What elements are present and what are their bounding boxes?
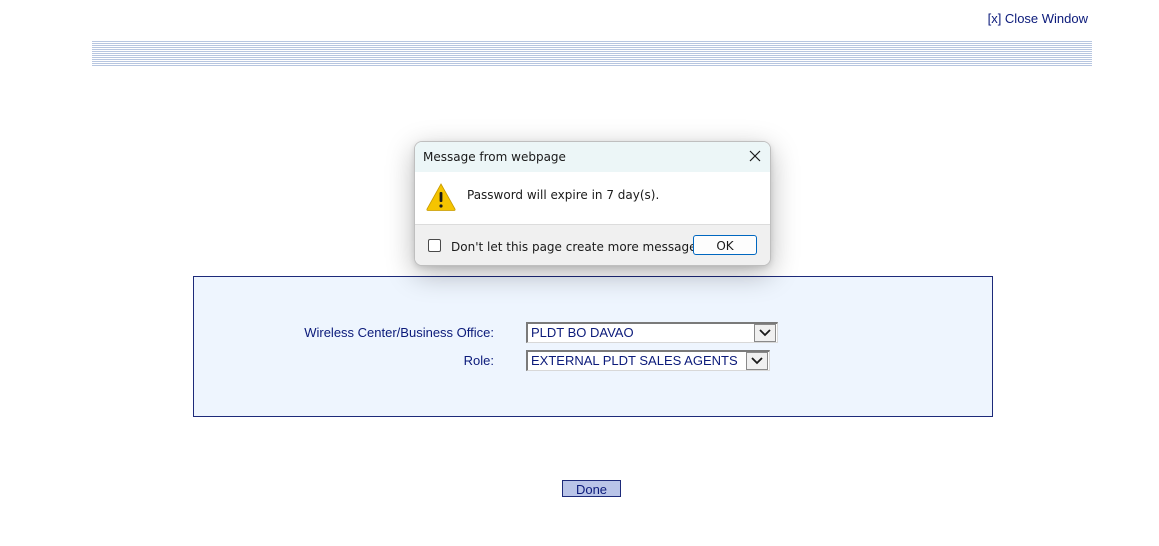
dialog-title: Message from webpage	[423, 150, 566, 164]
dialog-titlebar[interactable]: Message from webpage	[415, 142, 770, 172]
dialog-footer: Don't let this page create more messages…	[415, 224, 770, 265]
role-label: Role:	[463, 353, 494, 368]
role-select-value: EXTERNAL PLDT SALES AGENTS	[531, 353, 738, 368]
office-select[interactable]: PLDT BO DAVAO	[526, 322, 778, 343]
page: [x] Close Window Wireless Center/Busines…	[0, 0, 1159, 546]
dialog-message: Password will expire in 7 day(s).	[467, 188, 660, 202]
chevron-down-icon[interactable]	[746, 352, 768, 370]
message-dialog: Message from webpage Password will expir…	[414, 141, 771, 266]
close-window-link[interactable]: [x] Close Window	[988, 11, 1088, 26]
dont-show-label[interactable]: Don't let this page create more messages	[451, 240, 703, 254]
header-banner	[92, 41, 1092, 67]
ok-button[interactable]: OK	[693, 235, 757, 255]
office-role-panel: Wireless Center/Business Office: PLDT BO…	[193, 276, 993, 417]
dont-show-checkbox[interactable]	[428, 239, 441, 252]
office-select-value: PLDT BO DAVAO	[531, 325, 634, 340]
dialog-body: Password will expire in 7 day(s).	[415, 172, 770, 224]
warning-icon	[426, 182, 456, 212]
office-label: Wireless Center/Business Office:	[304, 325, 494, 340]
close-icon[interactable]	[746, 147, 764, 165]
chevron-down-icon[interactable]	[754, 324, 776, 342]
done-button[interactable]: Done	[562, 480, 621, 497]
role-select[interactable]: EXTERNAL PLDT SALES AGENTS	[526, 350, 770, 371]
